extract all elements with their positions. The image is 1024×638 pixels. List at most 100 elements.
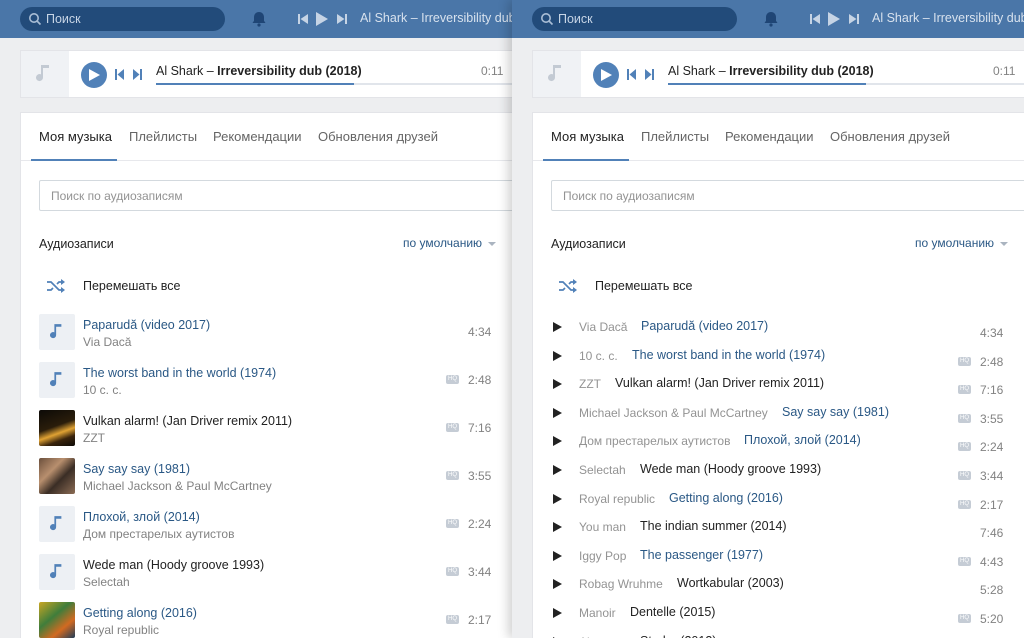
track-row[interactable]: Плохой, злой (2014) Дом престарелых аутис… <box>21 506 512 554</box>
now-playing-track[interactable]: Al Shark – Irreversibility dub (2018) <box>360 11 512 25</box>
audio-search-input[interactable]: Поиск по аудиозаписям <box>39 180 512 211</box>
track-title[interactable]: Paparudă (video 2017) <box>641 319 768 333</box>
track-title[interactable]: Vulkan alarm! (Jan Driver remix 2011) <box>615 376 824 390</box>
track-title[interactable]: Плохой, злой (2014) <box>744 433 861 447</box>
play-icon[interactable] <box>828 11 840 27</box>
track-title[interactable]: Wortkabular (2003) <box>677 576 784 590</box>
next-track-icon[interactable] <box>133 69 142 80</box>
track-title[interactable]: The worst band in the world (1974) <box>83 366 276 380</box>
track-artist[interactable]: ZZT <box>83 431 105 445</box>
track-row[interactable]: Manoir Dentelle (2015) <box>533 604 1024 632</box>
track-artist[interactable]: Via Dacă <box>83 335 131 349</box>
track-artist[interactable]: Дом престарелых аутистов <box>83 527 234 541</box>
track-artist[interactable]: Michael Jackson & Paul McCartney <box>579 406 768 420</box>
track-artist[interactable]: ZZT <box>579 377 601 391</box>
track-artist[interactable]: Almeeva <box>579 635 626 638</box>
bell-icon[interactable] <box>250 10 268 28</box>
play-icon[interactable] <box>553 407 562 418</box>
play-icon[interactable] <box>553 579 562 590</box>
tab-recommendations[interactable]: Рекомендации <box>725 129 814 144</box>
track-row[interactable]: Paparudă (video 2017) Via Dacă 4:34 <box>21 314 512 362</box>
track-row[interactable]: Selectah Wede man (Hoody groove 1993) <box>533 461 1024 489</box>
track-artist[interactable]: Selectah <box>83 575 130 589</box>
next-track-icon[interactable] <box>337 11 347 27</box>
track-row[interactable]: You man The indian summer (2014) <box>533 518 1024 546</box>
player-track-title[interactable]: Al Shark – Irreversibility dub (2018) <box>668 64 874 78</box>
shuffle-icon[interactable] <box>559 279 577 293</box>
tab-playlists[interactable]: Плейлисты <box>641 129 709 144</box>
track-row[interactable]: ZZT Vulkan alarm! (Jan Driver remix 2011) <box>533 375 1024 403</box>
tab-friends-updates[interactable]: Обновления друзей <box>830 129 950 144</box>
next-track-icon[interactable] <box>849 11 859 27</box>
track-artist[interactable]: Royal republic <box>83 623 159 637</box>
bell-icon[interactable] <box>762 10 780 28</box>
track-artist[interactable]: Via Dacă <box>579 320 627 334</box>
track-title[interactable]: The worst band in the world (1974) <box>632 348 825 362</box>
track-artist[interactable]: Selectah <box>579 463 626 477</box>
track-title[interactable]: Wede man (Hoody groove 1993) <box>83 558 264 572</box>
track-row[interactable]: Iggy Pop The passenger (1977) <box>533 547 1024 575</box>
previous-track-icon[interactable] <box>627 69 636 80</box>
tab-my-music[interactable]: Моя музыка <box>551 129 624 144</box>
track-row[interactable]: Getting along (2016) Royal republic HQ 2:17 <box>21 602 512 638</box>
player-progress-bar[interactable] <box>156 83 512 85</box>
previous-track-icon[interactable] <box>115 69 124 80</box>
track-artist[interactable]: You man <box>579 520 626 534</box>
tab-friends-updates[interactable]: Обновления друзей <box>318 129 438 144</box>
previous-track-icon[interactable] <box>810 11 820 27</box>
global-search-input[interactable]: Поиск <box>532 7 737 31</box>
track-row[interactable]: Robag Wruhme Wortkabular (2003) <box>533 575 1024 603</box>
play-icon[interactable] <box>316 11 328 27</box>
previous-track-icon[interactable] <box>298 11 308 27</box>
track-title[interactable]: Say say say (1981) <box>83 462 190 476</box>
track-row[interactable]: Wede man (Hoody groove 1993) Selectah HQ 3:… <box>21 554 512 602</box>
track-artist[interactable]: Royal republic <box>579 492 655 506</box>
player-progress-bar[interactable] <box>668 83 1024 85</box>
player-track-title[interactable]: Al Shark – Irreversibility dub (2018) <box>156 64 362 78</box>
track-artist[interactable]: 10 с. с. <box>83 383 122 397</box>
play-icon[interactable] <box>553 493 562 504</box>
track-title[interactable]: Vulkan alarm! (Jan Driver remix 2011) <box>83 414 292 428</box>
play-icon[interactable] <box>553 436 562 447</box>
global-search-input[interactable]: Поиск <box>20 7 225 31</box>
play-icon[interactable] <box>553 350 562 361</box>
track-title[interactable]: Getting along (2016) <box>669 491 783 505</box>
track-title[interactable]: Strobe (2012) <box>640 634 716 638</box>
track-row[interactable]: Almeeva Strobe (2012) <box>533 633 1024 638</box>
track-artist[interactable]: Manoir <box>579 606 616 620</box>
track-title[interactable]: Paparudă (video 2017) <box>83 318 210 332</box>
track-row[interactable]: Via Dacă Paparudă (video 2017) <box>533 318 1024 346</box>
track-row[interactable]: Дом престарелых аутистов Плохой, злой (20… <box>533 432 1024 460</box>
shuffle-all-button[interactable]: Перемешать все <box>595 279 693 293</box>
track-title[interactable]: Dentelle (2015) <box>630 605 715 619</box>
track-row[interactable]: Say say say (1981) Michael Jackson & Paul… <box>21 458 512 506</box>
track-title[interactable]: The passenger (1977) <box>640 548 763 562</box>
track-row[interactable]: Michael Jackson & Paul McCartney Say say … <box>533 404 1024 432</box>
play-icon[interactable] <box>553 379 562 390</box>
play-button[interactable] <box>81 62 107 88</box>
track-artist[interactable]: 10 с. с. <box>579 349 618 363</box>
track-artist[interactable]: Дом престарелых аутистов <box>579 434 730 448</box>
track-row[interactable]: Vulkan alarm! (Jan Driver remix 2011) ZZT… <box>21 410 512 458</box>
track-row[interactable]: 10 с. с. The worst band in the world (197… <box>533 347 1024 375</box>
tab-recommendations[interactable]: Рекомендации <box>213 129 302 144</box>
track-title[interactable]: Плохой, злой (2014) <box>83 510 200 524</box>
track-row[interactable]: The worst band in the world (1974) 10 с. … <box>21 362 512 410</box>
track-artist[interactable]: Robag Wruhme <box>579 577 663 591</box>
track-title[interactable]: Wede man (Hoody groove 1993) <box>640 462 821 476</box>
now-playing-track[interactable]: Al Shark – Irreversibility dub (2018) <box>872 11 1024 25</box>
track-artist[interactable]: Iggy Pop <box>579 549 626 563</box>
track-artist[interactable]: Michael Jackson & Paul McCartney <box>83 479 272 493</box>
tab-my-music[interactable]: Моя музыка <box>39 129 112 144</box>
play-icon[interactable] <box>553 608 562 618</box>
play-icon[interactable] <box>553 522 562 533</box>
play-button[interactable] <box>593 62 619 88</box>
next-track-icon[interactable] <box>645 69 654 80</box>
tab-playlists[interactable]: Плейлисты <box>129 129 197 144</box>
play-icon[interactable] <box>553 550 562 561</box>
track-title[interactable]: The indian summer (2014) <box>640 519 787 533</box>
shuffle-icon[interactable] <box>47 279 65 293</box>
audio-search-input[interactable]: Поиск по аудиозаписям <box>551 180 1024 211</box>
sort-dropdown[interactable]: по умолчанию <box>403 236 497 250</box>
play-icon[interactable] <box>553 322 562 332</box>
